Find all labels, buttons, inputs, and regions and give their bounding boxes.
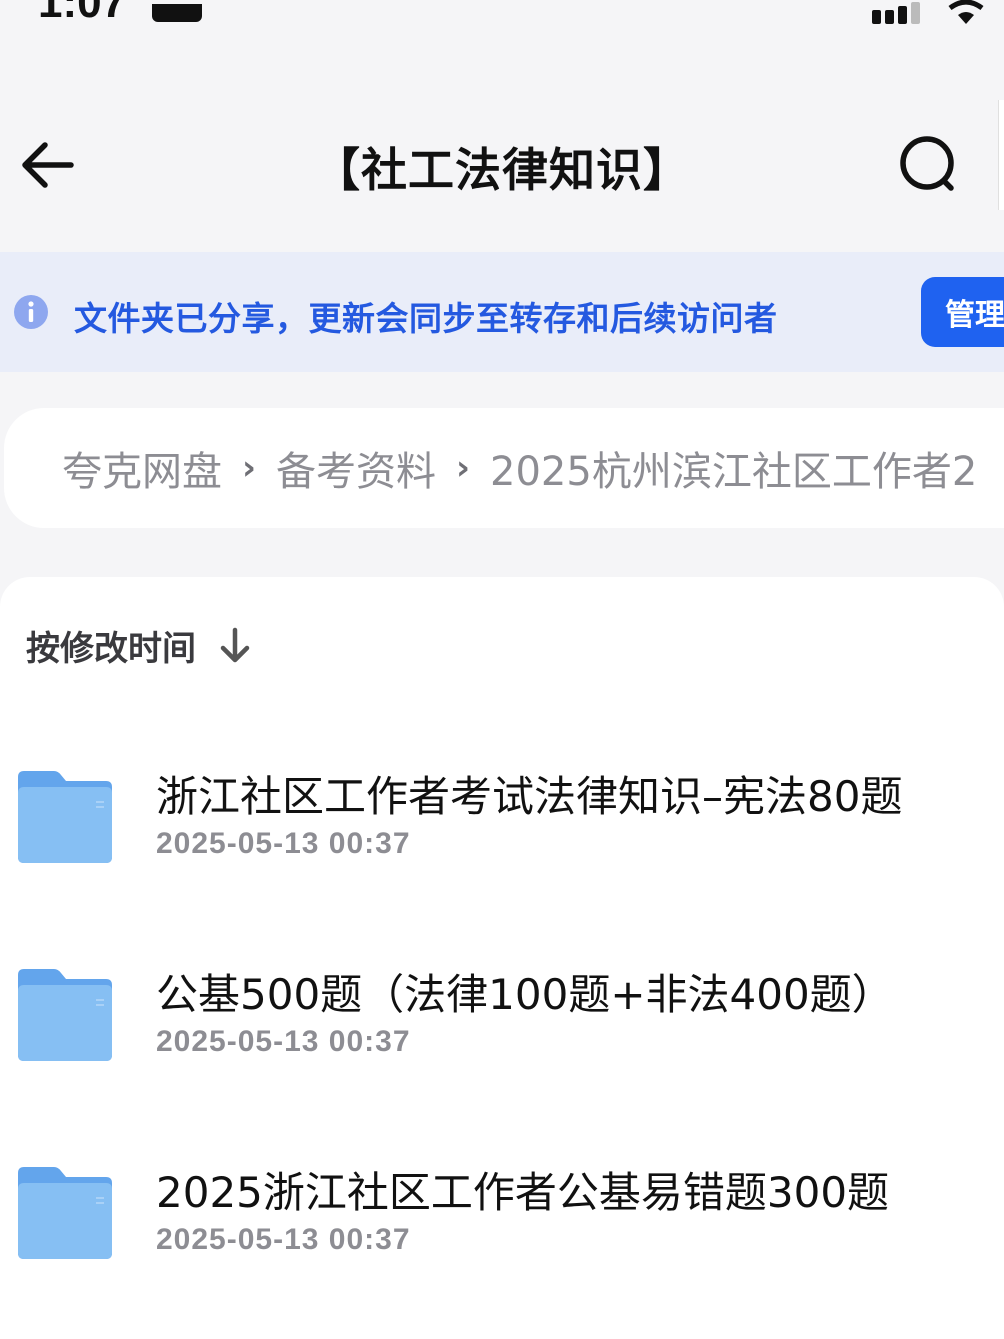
file-modified-date: 2025-05-13 00:37 [156, 827, 411, 860]
status-time: 1:07 [38, 0, 127, 27]
app-screen: 1:07 【社工法律知识】 文件夹已分享，更新会同步至转存和后续访问者 管理 夸… [0, 0, 1004, 1339]
chevron-right-icon: › [242, 448, 257, 488]
status-bar: 1:07 [0, 0, 1004, 40]
page-title: 【社工法律知识】 [314, 143, 690, 197]
breadcrumb: 夸克网盘 › 备考资料 › 2025杭州滨江社区工作者2 [4, 408, 1004, 528]
breadcrumb-item-materials[interactable]: 备考资料 [276, 439, 436, 497]
arrow-down-icon [220, 627, 250, 662]
search-icon [900, 136, 954, 191]
list-item[interactable]: 2025浙江社区工作者公基易错题300题 2025-05-13 00:37 [0, 1167, 1004, 1317]
manage-button[interactable]: 管理 [921, 277, 1004, 347]
file-modified-date: 2025-05-13 00:37 [156, 1025, 411, 1058]
folder-icon [18, 771, 112, 863]
share-notice-banner: 文件夹已分享，更新会同步至转存和后续访问者 [0, 252, 1004, 372]
chevron-right-icon: › [456, 448, 471, 488]
share-notice-text: 文件夹已分享，更新会同步至转存和后续访问者 [74, 299, 778, 338]
sort-control[interactable]: 按修改时间 [26, 621, 252, 670]
sort-label: 按修改时间 [26, 629, 196, 669]
status-indicator-icon [152, 4, 202, 22]
file-list: 按修改时间 浙江社区工作者考试法律知识–宪法80题 2025-05-13 00:… [0, 577, 1004, 1339]
folder-icon [18, 1167, 112, 1259]
file-modified-date: 2025-05-13 00:37 [156, 1223, 411, 1256]
wifi-icon [948, 0, 984, 24]
side-panel-edge [998, 100, 1004, 210]
cellular-signal-icon [872, 2, 920, 24]
search-button[interactable] [894, 130, 964, 200]
breadcrumb-item-root[interactable]: 夸克网盘 [62, 439, 222, 497]
list-item[interactable]: 公基500题（法律100题+非法400题） 2025-05-13 00:37 [0, 969, 1004, 1119]
file-name: 2025浙江社区工作者公基易错题300题 [156, 1168, 890, 1217]
file-name: 浙江社区工作者考试法律知识–宪法80题 [156, 772, 903, 821]
nav-header: 【社工法律知识】 [0, 100, 1004, 230]
file-name: 公基500题（法律100题+非法400题） [156, 970, 894, 1019]
folder-icon [18, 969, 112, 1061]
info-icon [14, 295, 48, 329]
breadcrumb-item-current[interactable]: 2025杭州滨江社区工作者2 [490, 439, 977, 497]
list-item[interactable]: 浙江社区工作者考试法律知识–宪法80题 2025-05-13 00:37 [0, 771, 1004, 921]
